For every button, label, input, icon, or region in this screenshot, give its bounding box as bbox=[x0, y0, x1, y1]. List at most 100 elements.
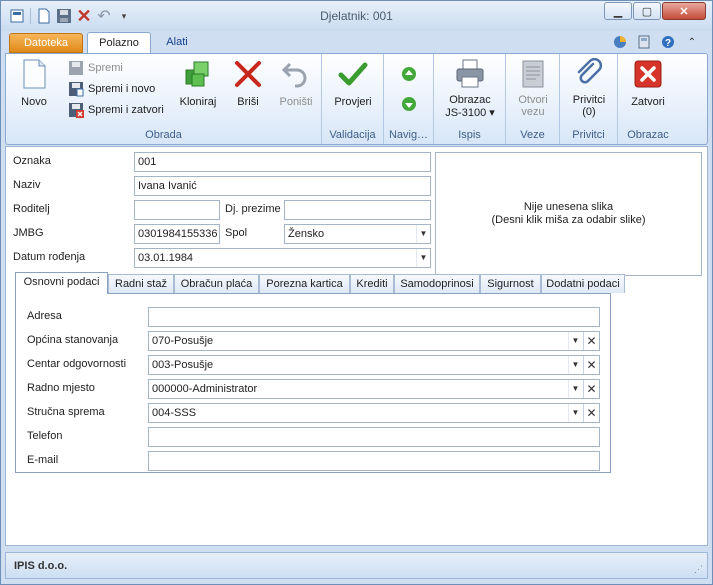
spremi-i-zatvori-label: Spremi i zatvori bbox=[88, 104, 164, 116]
datum-rodjenja-picker[interactable]: 03.01.1984 ▼ bbox=[134, 248, 431, 268]
navigate-up-button[interactable] bbox=[401, 64, 421, 84]
printer-icon bbox=[456, 59, 484, 88]
novo-button[interactable]: Novo bbox=[14, 58, 54, 108]
adresa-label: Adresa bbox=[27, 310, 62, 322]
ponisti-button[interactable]: Poništi bbox=[274, 58, 318, 108]
group-obrada: Novo Spremi Spremi i novo Spremi i zatvo… bbox=[6, 54, 322, 144]
status-bar: IPIS d.o.o. ⋰ bbox=[5, 552, 708, 579]
spremi-button[interactable]: Spremi bbox=[68, 58, 123, 78]
telefon-label: Telefon bbox=[27, 430, 63, 442]
maximize-button[interactable]: ▢ bbox=[633, 2, 661, 20]
chevron-down-icon[interactable]: ▼ bbox=[568, 332, 582, 350]
opcina-label: Općina stanovanja bbox=[27, 334, 119, 346]
spremi-label: Spremi bbox=[88, 62, 123, 74]
roditelj-field[interactable] bbox=[134, 200, 220, 220]
otvori-vezu-button[interactable]: Otvori vezu bbox=[510, 58, 556, 118]
naziv-field[interactable]: Ivana Ivanić bbox=[134, 176, 431, 196]
jmbg-field[interactable]: 0301984155336 bbox=[134, 224, 220, 244]
chevron-down-icon[interactable]: ▼ bbox=[568, 380, 582, 398]
tab-dodatni-podaci[interactable]: Dodatni podaci bbox=[541, 274, 625, 293]
tab-krediti[interactable]: Krediti bbox=[350, 274, 394, 293]
datum-rodjenja-value: 03.01.1984 bbox=[138, 252, 194, 264]
clear-icon[interactable]: ✕ bbox=[583, 404, 599, 422]
group-validacija: Provjeri Validacija bbox=[322, 54, 384, 144]
tab-sigurnost[interactable]: Sigurnost bbox=[480, 274, 541, 293]
privitci-label: Privitci bbox=[572, 94, 606, 106]
help-icon[interactable]: ? bbox=[656, 34, 680, 50]
telefon-field[interactable] bbox=[148, 427, 600, 447]
link-document-icon bbox=[522, 60, 544, 88]
dj-prezime-field[interactable] bbox=[284, 200, 431, 220]
group-privitci: Privitci (0) Privitci bbox=[560, 54, 618, 144]
chart-icon[interactable] bbox=[608, 34, 632, 50]
tab-datoteka[interactable]: Datoteka bbox=[9, 33, 83, 53]
tab-alati[interactable]: Alati bbox=[157, 32, 197, 53]
chevron-down-icon[interactable]: ▼ bbox=[416, 225, 430, 243]
tab-radni-staz[interactable]: Radni staž bbox=[108, 274, 174, 293]
delete-icon bbox=[235, 61, 261, 87]
strucna-sprema-dropdown[interactable]: 004-SSS ▼ ✕ bbox=[148, 403, 600, 423]
spol-dropdown[interactable]: Žensko ▼ bbox=[284, 224, 431, 244]
save-and-new-icon bbox=[69, 82, 84, 97]
form-area: Oznaka 001 Naziv Ivana Ivanić Roditelj D… bbox=[5, 146, 708, 546]
novo-label: Novo bbox=[21, 96, 47, 108]
clear-icon[interactable]: ✕ bbox=[583, 356, 599, 374]
naziv-label: Naziv bbox=[13, 179, 41, 191]
collapse-ribbon-icon[interactable]: ⌃ bbox=[680, 34, 704, 50]
spremi-i-novo-button[interactable]: Spremi i novo bbox=[68, 79, 155, 99]
roditelj-label: Roditelj bbox=[13, 203, 50, 215]
arrow-up-icon bbox=[402, 67, 416, 81]
resize-grip-icon[interactable]: ⋰ bbox=[694, 564, 703, 575]
brisi-button[interactable]: Briši bbox=[228, 58, 268, 108]
tab-porezna-kartica[interactable]: Porezna kartica bbox=[259, 274, 350, 293]
calculator-icon[interactable] bbox=[632, 34, 656, 50]
clear-icon[interactable]: ✕ bbox=[583, 332, 599, 350]
oznaka-field[interactable]: 001 bbox=[134, 152, 431, 172]
tab-osnovni-podaci[interactable]: Osnovni podaci bbox=[15, 272, 108, 294]
jmbg-label: JMBG bbox=[13, 227, 44, 239]
provjeri-button[interactable]: Provjeri bbox=[329, 58, 377, 108]
zatvori-button[interactable]: Zatvori bbox=[622, 58, 674, 108]
tab-samodoprinosi[interactable]: Samodoprinosi bbox=[394, 274, 480, 293]
brisi-label: Briši bbox=[237, 96, 259, 108]
photo-placeholder-hint: (Desni klik miša za odabir slike) bbox=[491, 214, 646, 226]
navigate-down-button[interactable] bbox=[401, 94, 421, 114]
group-veze: Otvori vezu Veze bbox=[506, 54, 560, 144]
minimize-button[interactable]: ▁ bbox=[604, 2, 632, 20]
photo-placeholder-text: Nije unesena slika bbox=[523, 201, 614, 213]
radno-mjesto-dropdown[interactable]: 000000-Administrator ▼ ✕ bbox=[148, 379, 600, 399]
group-label-obrazac: Obrazac bbox=[627, 129, 669, 141]
ponisti-label: Poništi bbox=[279, 96, 313, 108]
radno-mjesto-label: Radno mjesto bbox=[27, 382, 95, 394]
spremi-i-zatvori-button[interactable]: Spremi i zatvori bbox=[68, 100, 164, 120]
chevron-down-icon[interactable]: ▼ bbox=[416, 249, 430, 267]
clear-icon[interactable]: ✕ bbox=[583, 380, 599, 398]
centar-value: 003-Posušje bbox=[152, 359, 214, 371]
title-bar: ✕ ↶ ▾ Djelatnik: 001 ▁ ▢ ✕ bbox=[1, 1, 712, 31]
tab-polazno[interactable]: Polazno bbox=[87, 32, 151, 53]
spremi-i-novo-label: Spremi i novo bbox=[88, 83, 156, 95]
obrazac-print-sublabel: JS-3100 ▾ bbox=[445, 107, 495, 119]
adresa-field[interactable] bbox=[148, 307, 600, 327]
tab-obracun-placa[interactable]: Obračun plaća bbox=[174, 274, 259, 293]
employee-photo[interactable]: Nije unesena slika (Desni klik miša za o… bbox=[435, 152, 702, 276]
group-navigacija: Navig… bbox=[384, 54, 434, 144]
obrazac-print-label: Obrazac bbox=[449, 94, 491, 106]
obrazac-print-button[interactable]: Obrazac JS-3100 ▾ bbox=[438, 58, 502, 119]
chevron-down-icon[interactable]: ▼ bbox=[568, 356, 582, 374]
window-controls: ▁ ▢ ✕ bbox=[603, 2, 706, 20]
close-button[interactable]: ✕ bbox=[662, 2, 706, 20]
centar-dropdown[interactable]: 003-Posušje ▼ ✕ bbox=[148, 355, 600, 375]
group-obrazac: Zatvori Obrazac bbox=[618, 54, 678, 144]
chevron-down-icon[interactable]: ▼ bbox=[568, 404, 582, 422]
privitci-button[interactable]: Privitci (0) bbox=[564, 58, 614, 118]
spol-value: Žensko bbox=[288, 228, 325, 240]
maximize-icon: ▢ bbox=[641, 5, 653, 18]
email-field[interactable] bbox=[148, 451, 600, 471]
opcina-dropdown[interactable]: 070-Posušje ▼ ✕ bbox=[148, 331, 600, 351]
kloniraj-button[interactable]: Kloniraj bbox=[173, 58, 223, 108]
paperclip-icon bbox=[577, 58, 603, 84]
ribbon-help-icons: ? ⌃ bbox=[608, 34, 704, 50]
datum-rodjenja-label: Datum rođenja bbox=[13, 251, 86, 263]
otvori-label: Otvori bbox=[518, 94, 548, 106]
